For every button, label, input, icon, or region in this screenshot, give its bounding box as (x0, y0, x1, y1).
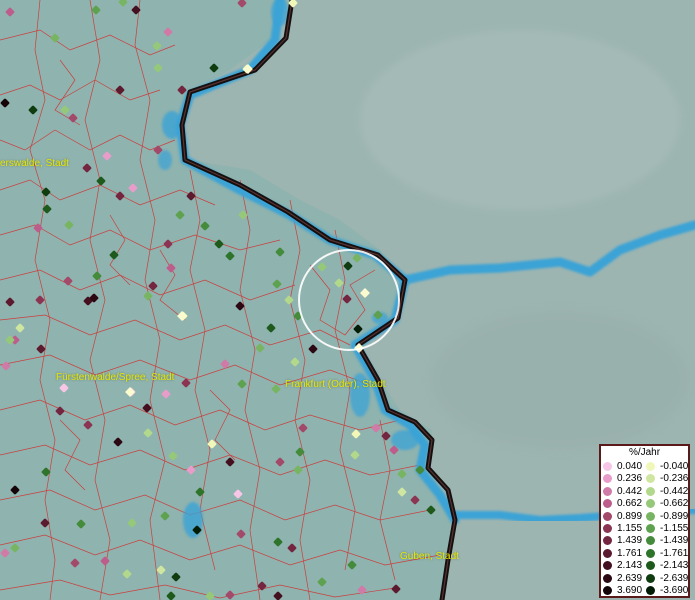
legend-swatch (603, 573, 612, 583)
legend-row: 3.690 (603, 584, 647, 597)
legend-row: 0.236 (603, 472, 647, 485)
legend-swatch (603, 561, 612, 571)
legend-row: -0.662 (646, 497, 690, 510)
legend-swatch (603, 586, 612, 595)
legend-row: -2.143 (646, 559, 690, 572)
legend-row: -3.690 (646, 584, 690, 597)
legend-swatch (603, 474, 612, 484)
terrain-shade (430, 310, 690, 450)
legend-value: -0.236 (660, 473, 689, 485)
lake (183, 502, 203, 538)
legend-swatch (603, 511, 612, 521)
legend-row: -1.761 (646, 547, 690, 560)
legend-swatch (646, 536, 655, 546)
lake (158, 150, 172, 170)
legend-value: 1.439 (617, 535, 643, 547)
legend-value: 0.662 (617, 498, 643, 510)
legend-row: 0.899 (603, 510, 647, 523)
legend-swatch (646, 548, 655, 558)
legend-value: 0.442 (617, 485, 643, 497)
city-label-fuerstenwalde: Fürstenwalde/Spree, Stadt (56, 372, 175, 383)
legend-row: 1.155 (603, 522, 647, 535)
legend-value: -0.442 (660, 485, 689, 497)
legend-value: 2.143 (617, 560, 643, 572)
legend: %/Jahr 0.040 0.236 0.442 0.662 0.899 1.155 1.4… (599, 444, 690, 598)
legend-swatch (603, 499, 612, 509)
legend-swatch (646, 561, 655, 571)
legend-swatch (646, 524, 655, 533)
legend-swatch (646, 586, 655, 595)
legend-value: 1.761 (617, 547, 643, 559)
legend-value: -1.155 (660, 523, 689, 534)
legend-swatch (646, 474, 655, 484)
legend-value: 1.155 (617, 523, 643, 534)
legend-value: -0.662 (660, 498, 689, 510)
legend-swatch (603, 524, 612, 533)
legend-row: -1.439 (646, 534, 690, 547)
legend-row: -1.155 (646, 522, 690, 535)
legend-swatch (603, 536, 612, 546)
legend-value: -1.761 (660, 547, 689, 559)
legend-swatch (646, 462, 655, 471)
legend-row: -0.442 (646, 485, 690, 498)
map-canvas[interactable] (0, 0, 695, 600)
legend-value: -0.899 (660, 510, 689, 522)
legend-swatch (646, 486, 655, 496)
legend-swatch (646, 511, 655, 521)
legend-value: 0.040 (617, 461, 643, 472)
terrain-shade (360, 30, 680, 210)
legend-value: -0.040 (660, 461, 689, 472)
legend-row: 0.442 (603, 485, 647, 498)
legend-row: 2.639 (603, 572, 647, 585)
legend-row: 2.143 (603, 559, 647, 572)
legend-swatch (603, 548, 612, 558)
legend-value: 0.236 (617, 473, 643, 485)
legend-value: -2.143 (660, 560, 689, 572)
legend-swatch (603, 462, 612, 471)
legend-value: -3.690 (660, 585, 689, 596)
legend-swatch (603, 486, 612, 496)
legend-row: 0.662 (603, 497, 647, 510)
legend-swatch (646, 573, 655, 583)
legend-row: -2.639 (646, 572, 690, 585)
legend-value: 0.899 (617, 510, 643, 522)
city-label-frankfurt: Frankfurt (Oder), Stadt (285, 379, 386, 390)
legend-swatch (646, 499, 655, 509)
legend-value: 2.639 (617, 572, 643, 584)
legend-value: 3.690 (617, 585, 643, 596)
lake (162, 111, 182, 139)
legend-row: -0.899 (646, 510, 690, 523)
legend-row: 1.439 (603, 534, 647, 547)
legend-value: -1.439 (660, 535, 689, 547)
legend-row: 0.040 (603, 460, 647, 473)
legend-row: -0.236 (646, 472, 690, 485)
legend-row: 1.761 (603, 547, 647, 560)
legend-title: %/Jahr (628, 447, 661, 458)
legend-row: -0.040 (646, 460, 690, 473)
city-label-guben: Guben, Stadt (400, 551, 459, 562)
city-label-eberswalde: erswalde, Stadt (0, 158, 69, 169)
legend-value: -2.639 (660, 572, 689, 584)
